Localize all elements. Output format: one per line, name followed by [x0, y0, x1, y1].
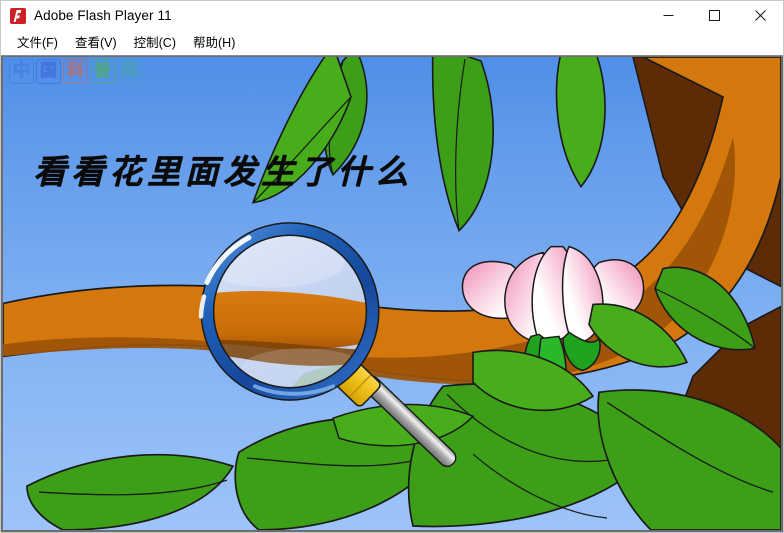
maximize-button[interactable] [691, 1, 737, 30]
menu-bar: 文件(F) 查看(V) 控制(C) 帮助(H) [1, 30, 783, 55]
menu-control[interactable]: 控制(C) [126, 32, 185, 54]
title-bar[interactable]: Adobe Flash Player 11 [1, 1, 783, 30]
menu-view[interactable]: 查看(V) [67, 32, 126, 54]
scene-artwork [3, 57, 781, 530]
menu-file[interactable]: 文件(F) [9, 32, 67, 54]
flash-player-window: Adobe Flash Player 11 文件(F) 查看(V) 控制(C) … [0, 0, 784, 533]
close-icon [754, 10, 766, 21]
flash-player-icon [10, 7, 26, 24]
close-button[interactable] [737, 1, 783, 30]
flash-stage[interactable]: 中 国 科 普 网 看看花里面发生了什么 [3, 57, 781, 530]
window-controls [645, 1, 783, 30]
minimize-button[interactable] [645, 1, 691, 30]
window-title: Adobe Flash Player 11 [34, 8, 172, 23]
minimize-icon [663, 15, 673, 16]
maximize-icon [708, 10, 720, 21]
menu-help[interactable]: 帮助(H) [185, 32, 244, 54]
flash-stage-container: 中 国 科 普 网 看看花里面发生了什么 [1, 55, 783, 532]
